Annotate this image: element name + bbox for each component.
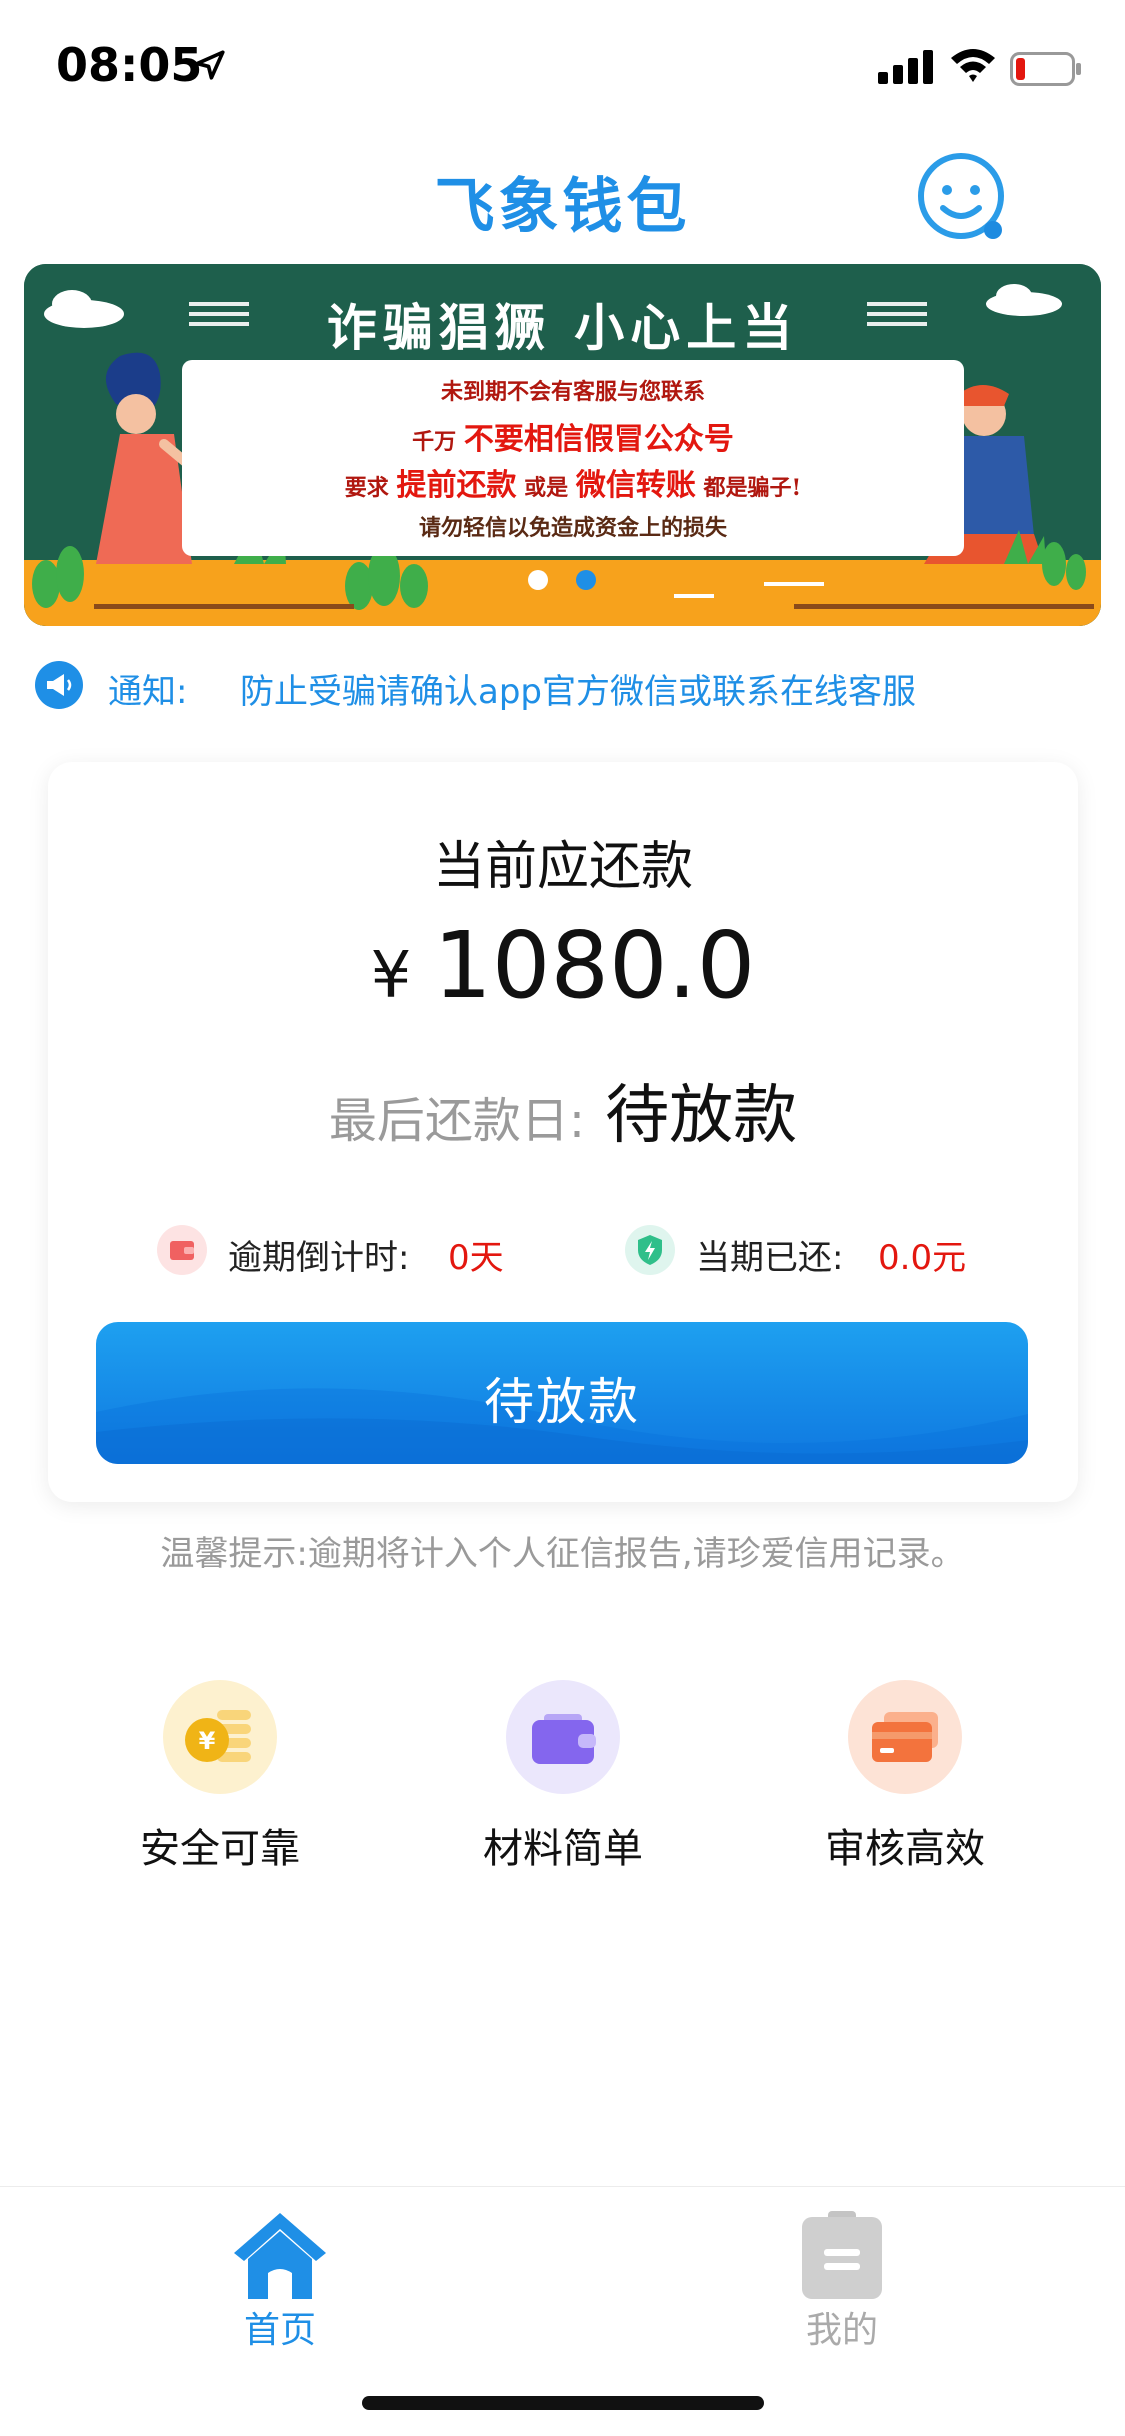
feature-secure: ¥ 安全可靠 <box>100 1680 340 1880</box>
repayment-title: 当前应还款 <box>432 837 693 897</box>
location-arrow-icon <box>195 50 225 80</box>
repayment-amount: ¥1080.0 <box>48 912 1078 1019</box>
home-indicator[interactable] <box>362 2396 764 2410</box>
due-date-row: 最后还款日: 待放款 <box>48 1064 1078 1156</box>
feature-label: 材料简单 <box>483 1826 643 1872</box>
banner-line-3-emphasis-1: 提前还款 <box>396 468 517 503</box>
banner-line-3-b: 或是 <box>524 475 569 501</box>
amount-value: 1080.0 <box>433 912 756 1019</box>
banner-line-3: 要求 提前还款 或是 微信转账 都是骗子! <box>182 460 964 504</box>
overdue-value: 0天 <box>448 1238 504 1278</box>
wifi-icon <box>951 49 995 82</box>
tab-home[interactable]: 首页 <box>180 2201 380 2351</box>
repay-button-label: 待放款 <box>484 1373 640 1431</box>
banner-line-4: 请勿轻信以免造成资金上的损失 <box>418 515 727 541</box>
currency-symbol: ¥ <box>370 939 412 1013</box>
feature-label: 安全可靠 <box>140 1826 300 1872</box>
banner-line-3-emphasis-2: 微信转账 <box>575 468 696 503</box>
shield-bolt-icon <box>625 1225 675 1275</box>
feature-label: 审核高效 <box>825 1826 985 1872</box>
coin-yen-icon: ¥ <box>163 1680 277 1794</box>
cellular-signal-icon <box>878 50 933 84</box>
credit-card-icon <box>848 1680 962 1794</box>
banner-line-2-prefix: 千万 <box>412 429 457 455</box>
tip-text: 温馨提示:逾期将计入个人征信报告,请珍爱信用记录。 <box>160 1534 965 1574</box>
banner-line-3-c: 都是骗子! <box>703 475 802 501</box>
megaphone-icon <box>35 661 83 709</box>
feature-simple-materials: 材料简单 <box>443 1680 683 1880</box>
status-bar: 08:05 <box>0 0 1125 132</box>
repayment-card: 当前应还款 ¥1080.0 最后还款日: 待放款 逾期倒计时: 0天 当期已还: … <box>48 762 1078 1502</box>
tab-label: 我的 <box>805 2310 878 2351</box>
status-time: 08:05 <box>56 38 203 92</box>
home-icon <box>234 2213 326 2299</box>
paid-value: 0.0元 <box>878 1238 967 1278</box>
banner-warning-card: 未到期不会有客服与您联系 千万 不要相信假冒公众号 要求 提前还款 或是 微信转… <box>182 360 964 556</box>
paid-label: 当期已还: <box>696 1238 844 1278</box>
banner-line-2-emphasis: 不要相信假冒公众号 <box>463 422 734 457</box>
customer-service-face-icon[interactable] <box>915 150 1011 246</box>
banner-line-2: 千万 不要相信假冒公众号 <box>182 414 964 458</box>
repay-button[interactable]: 待放款 <box>96 1322 1028 1464</box>
clipboard-icon <box>802 2211 882 2299</box>
due-date-value: 待放款 <box>605 1079 798 1153</box>
battery-low-icon <box>1010 52 1081 86</box>
due-date-label: 最后还款日: <box>328 1093 586 1149</box>
banner-heading: 诈骗猖獗 小心上当 <box>326 298 799 357</box>
fraud-warning-banner[interactable]: 诈骗猖獗 小心上当 未到期不会有客服与您联系 千万 不要相信假冒公众号 要求 提… <box>24 264 1101 626</box>
tab-label: 首页 <box>243 2310 316 2351</box>
notice-label: 通知: <box>108 672 188 712</box>
svg-text:¥: ¥ <box>199 1727 216 1755</box>
wallet-red-icon <box>157 1225 207 1275</box>
banner-pagination-dot-2-active[interactable] <box>576 570 596 590</box>
overdue-label: 逾期倒计时: <box>228 1238 410 1278</box>
banner-line-1: 未到期不会有客服与您联系 <box>440 379 705 405</box>
notice-text[interactable]: 防止受骗请确认app官方微信或联系在线客服 <box>240 664 916 713</box>
banner-line-3-a: 要求 <box>344 475 389 501</box>
feature-efficient-review: 审核高效 <box>785 1680 1025 1880</box>
banner-pagination-dot-1[interactable] <box>528 570 548 590</box>
wallet-icon <box>506 1680 620 1794</box>
tab-mine[interactable]: 我的 <box>742 2201 942 2351</box>
